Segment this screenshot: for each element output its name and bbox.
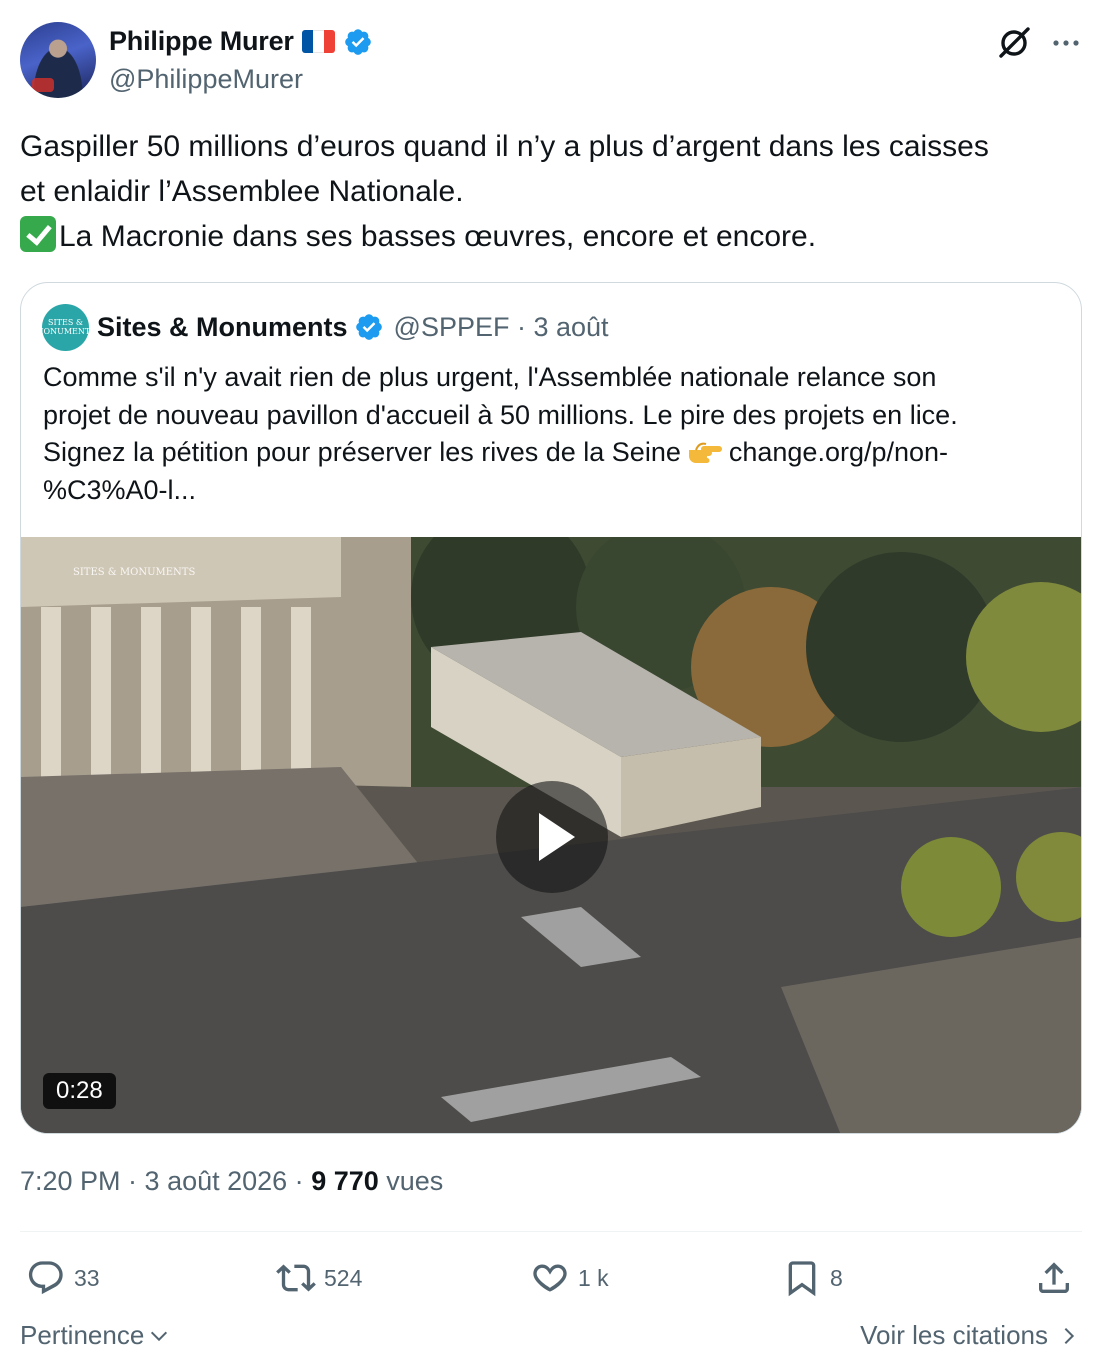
tweet-header: Philippe Murer @PhilippeMurer [20,22,1082,100]
share-button[interactable] [1034,1254,1074,1302]
verified-badge-icon [355,314,382,340]
video-player[interactable]: SITES & MONUMENTS 0:28 [21,537,1081,1133]
tweet-line: Gaspiller 50 millions d’euros quand il n… [20,130,989,163]
reply-count: 33 [74,1264,100,1291]
play-button[interactable] [496,781,608,893]
like-count: 1 k [578,1264,609,1291]
view-quotes-link[interactable]: Voir les citations [860,1320,1080,1351]
sort-label: Pertinence [20,1320,145,1350]
view-quotes-label: Voir les citations [860,1320,1048,1350]
quoted-tweet[interactable]: SITES & MONUMENTS Sites & Monuments @SPP… [20,282,1082,1134]
more-options-icon[interactable] [1050,27,1082,59]
tweet-line-text: La Macronie dans ses basses œuvres, enco… [59,220,817,253]
tweet-line: La Macronie dans ses basses œuvres, enco… [20,214,1085,259]
sort-dropdown[interactable]: Pertinence [20,1320,170,1351]
pointing-hand-icon [688,442,722,463]
quoted-author-avatar[interactable]: SITES & MONUMENTS [35,303,96,351]
repost-count: 524 [324,1264,363,1291]
france-flag-icon [301,30,335,53]
quoted-tweet-text: Comme s'il n'y avait rien de plus urgent… [43,359,1063,509]
heart-icon [533,1264,567,1292]
view-count: 9 770 [311,1166,379,1196]
reply-icon [28,1261,63,1295]
tweet-meta: 7:20 PM · 3 août 2026 · 9 770 vues [20,1166,443,1197]
views-label: vues [378,1166,444,1196]
bookmark-button[interactable]: 8 [782,1254,843,1302]
petition-link[interactable]: change.org/p/non- [729,437,948,467]
quoted-line: Comme s'il n'y avait rien de plus urgent… [43,362,937,392]
tweet-timestamp[interactable]: 7:20 PM · 3 août 2026 · [20,1166,311,1196]
reply-button[interactable]: 33 [26,1254,100,1302]
quoted-handle-date: @SPPEF · 3 août [393,311,609,342]
repost-icon [276,1264,316,1292]
author-name-row: Philippe Murer [109,26,373,57]
author-avatar[interactable] [20,22,96,98]
chevron-down-icon [151,1331,168,1341]
action-bar: 33 524 1 k 8 [20,1254,1082,1302]
divider [20,1231,1082,1232]
quoted-author-name[interactable]: Sites & Monuments [97,312,348,343]
like-button[interactable]: 1 k [530,1254,609,1302]
author-name[interactable]: Philippe Murer [109,26,294,57]
quoted-line: Signez la pétition pour préserver les ri… [43,434,1063,472]
share-icon [1039,1262,1069,1293]
video-duration: 0:28 [43,1073,116,1109]
tweet-line: et enlaidir l’Assemblee Nationale. [20,175,464,208]
bookmark-icon [788,1261,816,1297]
grok-icon[interactable] [996,25,1032,61]
bookmark-count: 8 [830,1264,843,1291]
chevron-right-icon [1064,1327,1075,1344]
check-mark-icon [20,216,56,252]
quoted-tweet-header: SITES & MONUMENTS Sites & Monuments @SPP… [35,303,609,351]
quoted-line[interactable]: %C3%A0-l... [43,472,1063,510]
quoted-line-text: Signez la pétition pour préserver les ri… [43,437,681,467]
verified-badge-icon [344,28,371,55]
quoted-line: projet de nouveau pavillon d'accueil à 5… [43,399,958,430]
video-watermark: SITES & MONUMENTS [73,567,196,578]
tweet-text: Gaspiller 50 millions d’euros quand il n… [20,124,1085,259]
author-handle[interactable]: @PhilippeMurer [109,64,303,95]
repost-button[interactable]: 524 [276,1254,362,1302]
